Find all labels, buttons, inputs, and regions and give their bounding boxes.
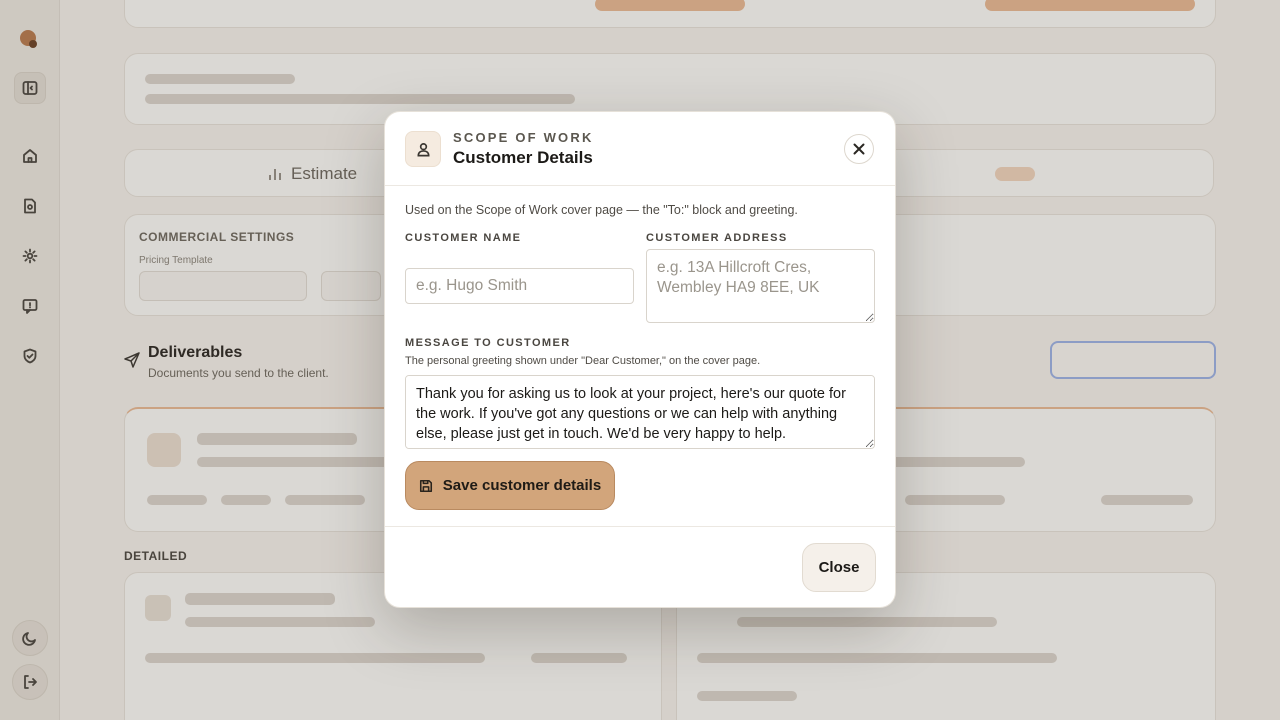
avatar — [405, 131, 441, 167]
dialog-eyebrow: SCOPE OF WORK — [453, 130, 594, 145]
message-help-text: The personal greeting shown under "Dear … — [405, 355, 761, 367]
message-label: MESSAGE TO CUSTOMER — [405, 337, 571, 349]
close-button[interactable]: Close — [802, 543, 876, 592]
customer-details-dialog: SCOPE OF WORK Customer Details Used on t… — [384, 111, 896, 608]
close-icon — [853, 143, 865, 155]
customer-name-input[interactable] — [405, 268, 634, 304]
dialog-close-button[interactable] — [844, 134, 874, 164]
message-textarea[interactable] — [405, 375, 875, 449]
dialog-footer: Close — [385, 526, 895, 607]
user-icon — [416, 142, 430, 156]
dialog-header: SCOPE OF WORK Customer Details — [385, 112, 895, 186]
customer-address-label: CUSTOMER ADDRESS — [646, 232, 788, 244]
save-icon — [419, 479, 432, 492]
save-customer-details-button[interactable]: Save customer details — [405, 461, 615, 510]
customer-address-input[interactable] — [646, 249, 875, 323]
dialog-intro: Used on the Scope of Work cover page — t… — [405, 203, 798, 217]
save-button-label: Save customer details — [442, 477, 602, 494]
dialog-title: Customer Details — [453, 148, 593, 167]
customer-name-label: CUSTOMER NAME — [405, 232, 522, 244]
